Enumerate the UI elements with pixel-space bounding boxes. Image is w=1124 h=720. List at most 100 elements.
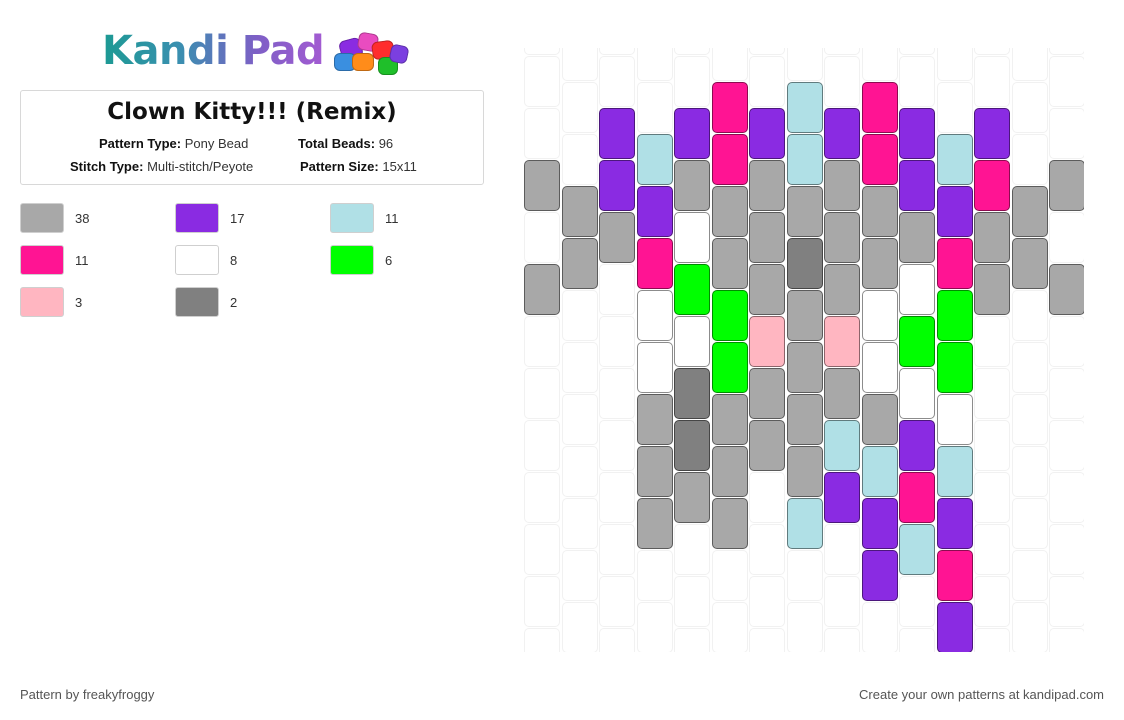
- bead-empty[interactable]: [524, 48, 560, 55]
- bead-purple[interactable]: [636, 186, 673, 237]
- bead-gray[interactable]: [561, 238, 598, 289]
- bead-empty[interactable]: [561, 82, 598, 133]
- bead-gray[interactable]: [1011, 186, 1048, 237]
- bead-empty[interactable]: [711, 550, 748, 601]
- bead-empty[interactable]: [861, 48, 898, 81]
- bead-gray[interactable]: [749, 160, 785, 211]
- bead-empty[interactable]: [674, 576, 710, 627]
- bead-empty[interactable]: [1049, 628, 1084, 652]
- bead-gray[interactable]: [824, 368, 860, 419]
- bead-empty[interactable]: [1011, 48, 1048, 81]
- bead-lightpink[interactable]: [749, 316, 785, 367]
- bead-gray[interactable]: [524, 160, 560, 211]
- bead-empty[interactable]: [524, 628, 560, 652]
- bead-purple[interactable]: [861, 498, 898, 549]
- bead-empty[interactable]: [561, 498, 598, 549]
- bead-gray[interactable]: [711, 186, 748, 237]
- bead-empty[interactable]: [861, 602, 898, 652]
- bead-green[interactable]: [711, 342, 748, 393]
- bead-empty[interactable]: [599, 628, 635, 652]
- bead-pink[interactable]: [936, 550, 973, 601]
- bead-empty[interactable]: [711, 602, 748, 652]
- bead-gray[interactable]: [1011, 238, 1048, 289]
- bead-gray[interactable]: [1049, 264, 1084, 315]
- bead-empty[interactable]: [974, 420, 1010, 471]
- bead-white[interactable]: [636, 342, 673, 393]
- bead-gray[interactable]: [636, 498, 673, 549]
- bead-empty[interactable]: [899, 576, 935, 627]
- bead-empty[interactable]: [1011, 82, 1048, 133]
- bead-purple[interactable]: [824, 472, 860, 523]
- bead-empty[interactable]: [599, 524, 635, 575]
- bead-gray[interactable]: [1049, 160, 1084, 211]
- bead-empty[interactable]: [524, 108, 560, 159]
- bead-empty[interactable]: [749, 48, 785, 55]
- bead-empty[interactable]: [749, 576, 785, 627]
- bead-empty[interactable]: [936, 82, 973, 133]
- bead-purple[interactable]: [861, 550, 898, 601]
- bead-white[interactable]: [936, 394, 973, 445]
- bead-gray[interactable]: [636, 394, 673, 445]
- bead-empty[interactable]: [524, 56, 560, 107]
- bead-empty[interactable]: [974, 56, 1010, 107]
- bead-purple[interactable]: [599, 160, 635, 211]
- bead-gray[interactable]: [786, 394, 823, 445]
- bead-pink[interactable]: [899, 472, 935, 523]
- bead-gray[interactable]: [674, 472, 710, 523]
- bead-empty[interactable]: [599, 316, 635, 367]
- bead-gray[interactable]: [561, 186, 598, 237]
- bead-empty[interactable]: [1049, 576, 1084, 627]
- bead-empty[interactable]: [561, 446, 598, 497]
- bead-purple[interactable]: [899, 108, 935, 159]
- bead-empty[interactable]: [824, 576, 860, 627]
- bead-white[interactable]: [636, 290, 673, 341]
- bead-gray[interactable]: [749, 212, 785, 263]
- bead-pink[interactable]: [974, 160, 1010, 211]
- bead-empty[interactable]: [1049, 48, 1084, 55]
- bead-empty[interactable]: [899, 628, 935, 652]
- bead-gray[interactable]: [824, 160, 860, 211]
- bead-pink[interactable]: [861, 82, 898, 133]
- bead-white[interactable]: [861, 290, 898, 341]
- bead-gray[interactable]: [974, 212, 1010, 263]
- bead-gray[interactable]: [749, 420, 785, 471]
- kandipad-link[interactable]: Create your own patterns at kandipad.com: [859, 687, 1104, 702]
- bead-gray[interactable]: [824, 264, 860, 315]
- bead-empty[interactable]: [1011, 446, 1048, 497]
- bead-white[interactable]: [899, 264, 935, 315]
- bead-lightblue[interactable]: [786, 82, 823, 133]
- bead-empty[interactable]: [711, 48, 748, 81]
- bead-gray[interactable]: [899, 212, 935, 263]
- bead-empty[interactable]: [974, 628, 1010, 652]
- bead-empty[interactable]: [1049, 524, 1084, 575]
- bead-gray[interactable]: [974, 264, 1010, 315]
- bead-empty[interactable]: [899, 48, 935, 55]
- bead-purple[interactable]: [599, 108, 635, 159]
- bead-empty[interactable]: [786, 48, 823, 81]
- bead-empty[interactable]: [561, 394, 598, 445]
- bead-empty[interactable]: [674, 56, 710, 107]
- bead-gray[interactable]: [861, 394, 898, 445]
- bead-empty[interactable]: [1049, 56, 1084, 107]
- bead-pink[interactable]: [711, 82, 748, 133]
- bead-empty[interactable]: [524, 316, 560, 367]
- bead-gray[interactable]: [824, 212, 860, 263]
- bead-empty[interactable]: [1011, 602, 1048, 652]
- bead-purple[interactable]: [674, 108, 710, 159]
- bead-pink[interactable]: [636, 238, 673, 289]
- bead-lightblue[interactable]: [824, 420, 860, 471]
- bead-darkgray[interactable]: [674, 368, 710, 419]
- bead-empty[interactable]: [561, 290, 598, 341]
- bead-green[interactable]: [936, 290, 973, 341]
- bead-green[interactable]: [899, 316, 935, 367]
- bead-empty[interactable]: [786, 550, 823, 601]
- bead-pattern-grid[interactable]: [524, 48, 1084, 652]
- bead-empty[interactable]: [974, 524, 1010, 575]
- bead-empty[interactable]: [524, 576, 560, 627]
- bead-empty[interactable]: [1011, 550, 1048, 601]
- bead-empty[interactable]: [524, 472, 560, 523]
- bead-empty[interactable]: [824, 48, 860, 55]
- bead-empty[interactable]: [599, 368, 635, 419]
- bead-darkgray[interactable]: [674, 420, 710, 471]
- bead-empty[interactable]: [936, 48, 973, 81]
